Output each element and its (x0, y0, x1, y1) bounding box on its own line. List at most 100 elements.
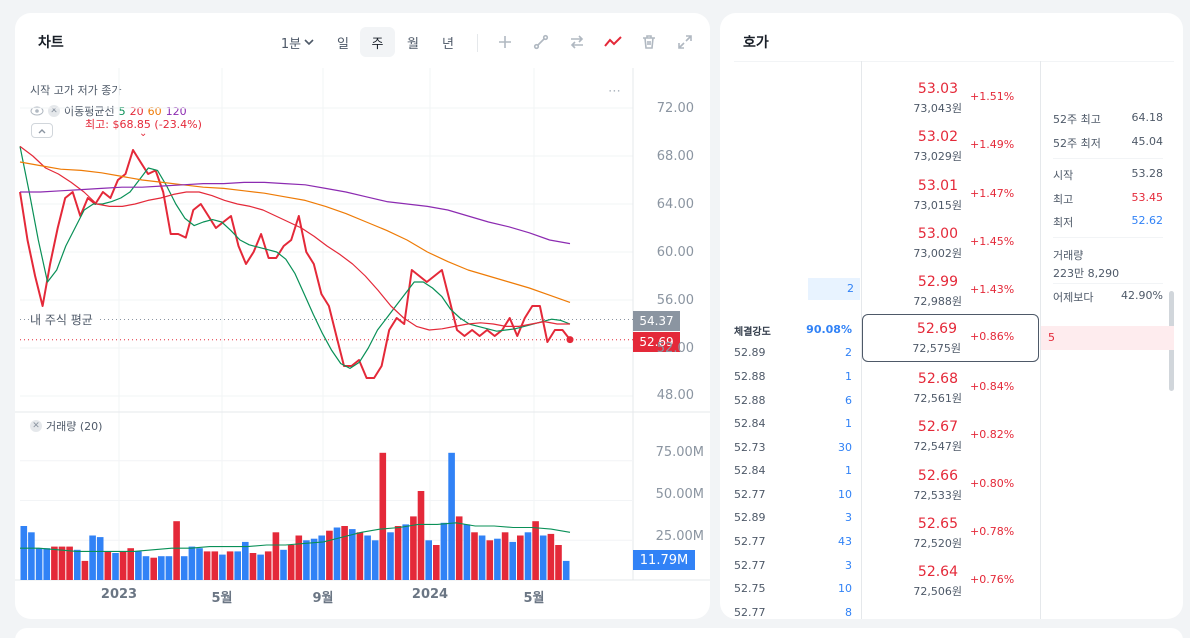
ma-5-line (19, 146, 571, 369)
volume-bar (43, 548, 50, 580)
ask-krw: 73,043원 (913, 102, 962, 115)
bid-row[interactable]: 52.67 72,547원 +0.82% (862, 411, 1040, 459)
trade-row: 52.77 3 (734, 559, 852, 575)
toolbar-divider (477, 34, 478, 52)
bid-row[interactable]: 52.65 72,520원 +0.78% (862, 508, 1040, 556)
x-tick: 5월 (211, 591, 233, 606)
more-icon[interactable]: ⋯ (608, 84, 621, 99)
price-line (19, 149, 571, 379)
volume-bar (356, 532, 364, 580)
info-open: 시작 53.28 (1053, 167, 1163, 183)
trade-row: 52.89 2 (734, 346, 852, 362)
trade-qty: 6 (845, 394, 852, 407)
bid-row[interactable]: 52.68 72,561원 +0.84% (862, 363, 1040, 411)
volume-y-tick: 50.00M (655, 487, 704, 502)
interval-select[interactable]: 1분 (277, 27, 319, 57)
volume-bar (349, 529, 356, 580)
ask-row[interactable]: 53.00 73,002원 +1.45% (862, 218, 1040, 266)
tab-month[interactable]: 월 (397, 27, 429, 57)
volume-bar (35, 548, 43, 580)
tab-day[interactable]: 일 (327, 27, 359, 57)
volume-bar (433, 545, 440, 580)
bid-krw: 72,506원 (913, 585, 962, 598)
info-label: 최고 (1053, 193, 1074, 206)
y-tick: 48.00 (656, 388, 694, 403)
volume-bar (165, 556, 173, 580)
add-button[interactable] (493, 27, 517, 57)
indicator-button[interactable] (600, 27, 626, 57)
ask-row[interactable]: 52.99 72,988원 +1.43% (862, 266, 1040, 314)
current-price-row[interactable]: 52.69 72,575원 +0.86% (862, 314, 1039, 362)
ask-row[interactable]: 53.03 73,043원 +1.51% (862, 73, 1040, 121)
info-label: 52주 최저 (1053, 137, 1101, 150)
volume-bar (257, 554, 264, 580)
info-value: 64.18 (1131, 111, 1164, 124)
trade-row: 52.77 8 (734, 606, 852, 619)
bid-row[interactable]: 52.64 72,506원 +0.76% (862, 556, 1040, 604)
volume-bar (501, 532, 509, 580)
volume-legend: ✕ 거래량 (20) (30, 418, 102, 434)
volume-bar (440, 522, 448, 580)
ask-krw: 73,002원 (913, 247, 962, 260)
trade-row: 52.88 1 (734, 370, 852, 386)
y-tick: 52.00 (656, 341, 694, 356)
ask-krw: 72,988원 (913, 295, 962, 308)
volume-bar (455, 516, 463, 580)
tab-week[interactable]: 주 (360, 27, 395, 57)
orderbook-panel: 호가 53.03 73,043원 +1.51% 53.02 73,029원 +1… (720, 13, 1183, 619)
fullscreen-button[interactable] (673, 27, 697, 57)
volume-bar (180, 556, 188, 580)
ask-row[interactable]: 53.01 73,015원 +1.47% (862, 170, 1040, 218)
bid-pct: +0.80% (970, 477, 1015, 490)
info-divider (1053, 158, 1163, 159)
trend-line-icon (604, 36, 622, 47)
info-label: 52주 최고 (1053, 113, 1101, 126)
volume-bar (517, 535, 524, 580)
volume-bar (74, 549, 81, 580)
bid-row[interactable]: 52.66 72,533원 +0.80% (862, 460, 1040, 508)
trade-price: 52.88 (734, 370, 766, 383)
current-pct: +0.86% (970, 330, 1015, 343)
volume-bar (142, 556, 150, 580)
trade-price: 52.89 (734, 511, 766, 524)
volume-bar (20, 526, 28, 580)
volume-bar (226, 551, 234, 580)
bid-pct: +0.78% (970, 525, 1015, 538)
bid-qty-bar (1041, 326, 1174, 350)
volume-bar (211, 551, 219, 580)
tab-year[interactable]: 년 (432, 27, 464, 57)
bid-price: 52.66 (917, 468, 958, 484)
bid-qty: 5 (1048, 331, 1055, 344)
info-value: 53.28 (1131, 167, 1164, 180)
compare-button[interactable] (565, 27, 589, 57)
volume-bar (112, 553, 119, 580)
volume-bar (524, 532, 532, 580)
chevron-up-icon (38, 128, 46, 133)
bottom-panel-edge (15, 628, 1183, 638)
close-icon[interactable]: ✕ (48, 105, 60, 117)
strength-row: 체결강도 90.08% (734, 323, 852, 339)
ask-qty: 2 (847, 282, 854, 295)
ask-row[interactable]: 53.02 73,029원 +1.49% (862, 121, 1040, 169)
volume-bar (203, 551, 211, 580)
collapse-legend-button[interactable] (31, 123, 53, 138)
delete-button[interactable] (637, 27, 661, 57)
volume-bar (494, 538, 501, 580)
volume-bar (89, 535, 96, 580)
close-icon[interactable]: ✕ (30, 420, 42, 432)
volume-bar (448, 452, 455, 580)
info-52w-high: 52주 최고 64.18 (1053, 111, 1163, 127)
trade-price: 52.77 (734, 488, 766, 501)
volume-bar (547, 533, 555, 580)
trade-qty: 1 (845, 417, 852, 430)
draw-line-button[interactable] (529, 27, 553, 57)
info-volume: 223만 8,290 (1053, 265, 1163, 281)
trade-price: 52.77 (734, 559, 766, 572)
ask-pct: +1.43% (970, 283, 1015, 296)
volume-bar (333, 527, 341, 580)
chart-title: 차트 (38, 35, 64, 51)
trade-qty: 3 (845, 511, 852, 524)
ask-pct: +1.45% (970, 235, 1015, 248)
eye-icon[interactable] (30, 106, 44, 116)
volume-bar (280, 549, 287, 580)
